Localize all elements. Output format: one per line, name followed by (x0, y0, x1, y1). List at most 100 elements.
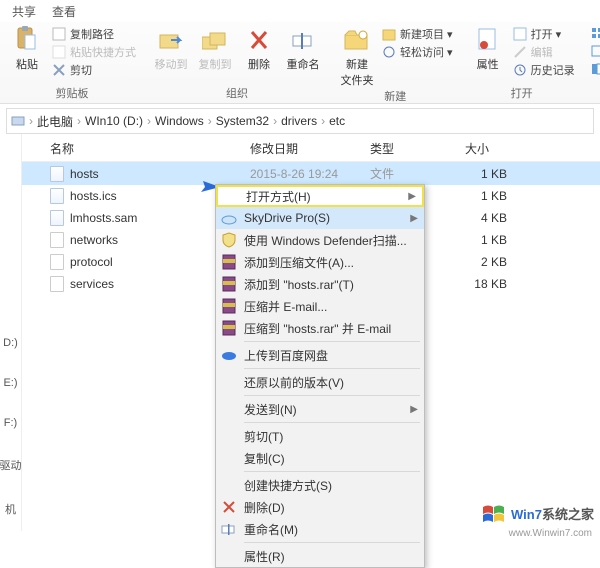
rar-icon (220, 275, 238, 293)
rename-button[interactable]: 重命名 (284, 26, 322, 72)
context-menu-item[interactable]: 打开方式(H) ▶ (216, 185, 424, 207)
menu-item-label: 删除(D) (244, 499, 418, 516)
move-to-button[interactable]: 移动到 (152, 26, 190, 72)
file-icon (50, 276, 64, 292)
file-icon (50, 210, 64, 226)
rar-icon (220, 319, 238, 337)
rename-icon (289, 26, 317, 54)
annotation-arrow (95, 178, 220, 192)
context-menu-item[interactable]: 复制(C) (216, 447, 424, 469)
context-menu-item[interactable]: 添加到 "hosts.rar"(T) (216, 273, 424, 295)
menu-item-label: 添加到 "hosts.rar"(T) (244, 276, 418, 293)
cloud-icon (220, 209, 238, 227)
none-icon (220, 547, 238, 565)
breadcrumb[interactable]: › 此电脑› WIn10 (D:)› Windows› System32› dr… (6, 108, 594, 134)
context-menu-item[interactable]: 压缩到 "hosts.rar" 并 E-mail (216, 317, 424, 339)
menu-item-label: 剪切(T) (244, 428, 418, 445)
context-menu: 打开方式(H) ▶ SkyDrive Pro(S)▶ 使用 Windows Defen… (215, 184, 425, 568)
menu-item-label: 压缩并 E-mail... (244, 298, 418, 315)
context-menu-item[interactable]: 属性(R) (216, 545, 424, 567)
easy-access-button[interactable]: 轻松访问 ▾ (382, 44, 453, 60)
rar-icon (220, 253, 238, 271)
menu-item-label: 打开方式(H) (246, 188, 402, 205)
open-button[interactable]: 打开 ▾ (513, 26, 575, 42)
context-menu-item[interactable]: 删除(D) (216, 496, 424, 518)
sidebar-drive-e[interactable]: E:) (3, 377, 17, 389)
sidebar-item[interactable]: 机 (5, 501, 16, 517)
file-icon (50, 166, 64, 182)
ribbon-group-clipboard: 粘贴 复制路径 粘贴快捷方式 剪切 剪贴板 (0, 22, 144, 103)
context-menu-item[interactable]: 添加到压缩文件(A)... (216, 251, 424, 273)
sidebar-drive-d[interactable]: D:) (3, 337, 18, 349)
none-icon (220, 400, 238, 418)
menu-item-label: 重命名(M) (244, 521, 418, 538)
sidebar-item[interactable]: 驱动 (0, 457, 22, 473)
context-menu-item[interactable]: 创建快捷方式(S) (216, 474, 424, 496)
invert-selection-button[interactable]: 反向选择 (591, 62, 600, 78)
menu-item-label: 创建快捷方式(S) (244, 477, 418, 494)
crumb-item[interactable]: etc (329, 114, 345, 128)
window-tabs: 共享 查看 (0, 0, 600, 22)
menu-item-label: 使用 Windows Defender扫描... (244, 232, 418, 249)
menu-item-label: 属性(R) (244, 548, 418, 565)
none-icon (222, 187, 240, 205)
ribbon-group-organize: 移动到 复制到 删除 重命名 组织 (144, 22, 330, 103)
context-menu-item[interactable]: 使用 Windows Defender扫描... (216, 229, 424, 251)
paste-icon (13, 26, 41, 54)
ribbon: 粘贴 复制路径 粘贴快捷方式 剪切 剪贴板 移动到 复制到 删除 重命名 组织 … (0, 22, 600, 104)
menu-item-label: 还原以前的版本(V) (244, 374, 418, 391)
ribbon-group-open: 属性 打开 ▾ 编辑 历史记录 打开 (461, 22, 583, 103)
crumb-item[interactable]: System32 (216, 114, 269, 128)
menu-item-label: 上传到百度网盘 (244, 347, 418, 364)
file-icon (50, 188, 64, 204)
ren-icon (220, 520, 238, 538)
context-menu-item[interactable]: 重命名(M) (216, 518, 424, 540)
none-icon (220, 476, 238, 494)
delete-button[interactable]: 删除 (240, 26, 278, 72)
crumb-item[interactable]: drivers (281, 114, 317, 128)
file-name: protocol (70, 255, 113, 269)
computer-icon (11, 114, 25, 128)
new-item-button[interactable]: 新建项目 ▾ (382, 26, 453, 42)
select-all-button[interactable]: 全部选择 (591, 26, 600, 42)
rar-icon (220, 297, 238, 315)
menu-item-label: 添加到压缩文件(A)... (244, 254, 418, 271)
edit-button: 编辑 (513, 44, 575, 60)
new-folder-button[interactable]: 新建 文件夹 (338, 26, 376, 88)
context-menu-item[interactable]: 还原以前的版本(V) (216, 371, 424, 393)
none-icon (220, 373, 238, 391)
properties-icon (474, 26, 502, 54)
cut-button[interactable]: 剪切 (52, 62, 136, 78)
properties-button[interactable]: 属性 (469, 26, 507, 72)
copy-to-button[interactable]: 复制到 (196, 26, 234, 72)
tab-share[interactable]: 共享 (12, 3, 36, 20)
watermark-logo: Win7系统之家 (481, 501, 594, 525)
context-menu-item[interactable]: 压缩并 E-mail... (216, 295, 424, 317)
chevron-right-icon: ▶ (408, 191, 416, 202)
copy-path-button[interactable]: 复制路径 (52, 26, 136, 42)
delete-icon (245, 26, 273, 54)
context-menu-item[interactable]: 发送到(N)▶ (216, 398, 424, 420)
sidebar-drive-f[interactable]: F:) (4, 417, 17, 429)
ribbon-group-new: 新建 文件夹 新建项目 ▾ 轻松访问 ▾ 新建 (330, 22, 461, 103)
tab-view[interactable]: 查看 (52, 3, 76, 20)
menu-item-label: 复制(C) (244, 450, 418, 467)
crumb-item[interactable]: WIn10 (D:) (85, 114, 143, 128)
context-menu-item[interactable]: 上传到百度网盘 (216, 344, 424, 366)
paste-button[interactable]: 粘贴 (8, 26, 46, 72)
baidu-icon (220, 346, 238, 364)
context-menu-item[interactable]: SkyDrive Pro(S)▶ (216, 207, 424, 229)
select-none-button[interactable]: 全部取消 (591, 44, 600, 60)
crumb-item[interactable]: Windows (155, 114, 204, 128)
menu-item-label: 发送到(N) (244, 401, 404, 418)
shield-icon (220, 231, 238, 249)
context-menu-item[interactable]: 剪切(T) (216, 425, 424, 447)
column-headers[interactable]: 名称修改日期类型大小 (22, 134, 600, 162)
none-icon (220, 427, 238, 445)
folder-icon (343, 26, 371, 54)
watermark-url: www.Winwin7.com (509, 528, 592, 539)
ribbon-group-select: 全部选择 全部取消 反向选择 选择 (583, 22, 600, 103)
file-name: services (70, 277, 114, 291)
crumb-item[interactable]: 此电脑 (37, 113, 73, 130)
history-button[interactable]: 历史记录 (513, 62, 575, 78)
